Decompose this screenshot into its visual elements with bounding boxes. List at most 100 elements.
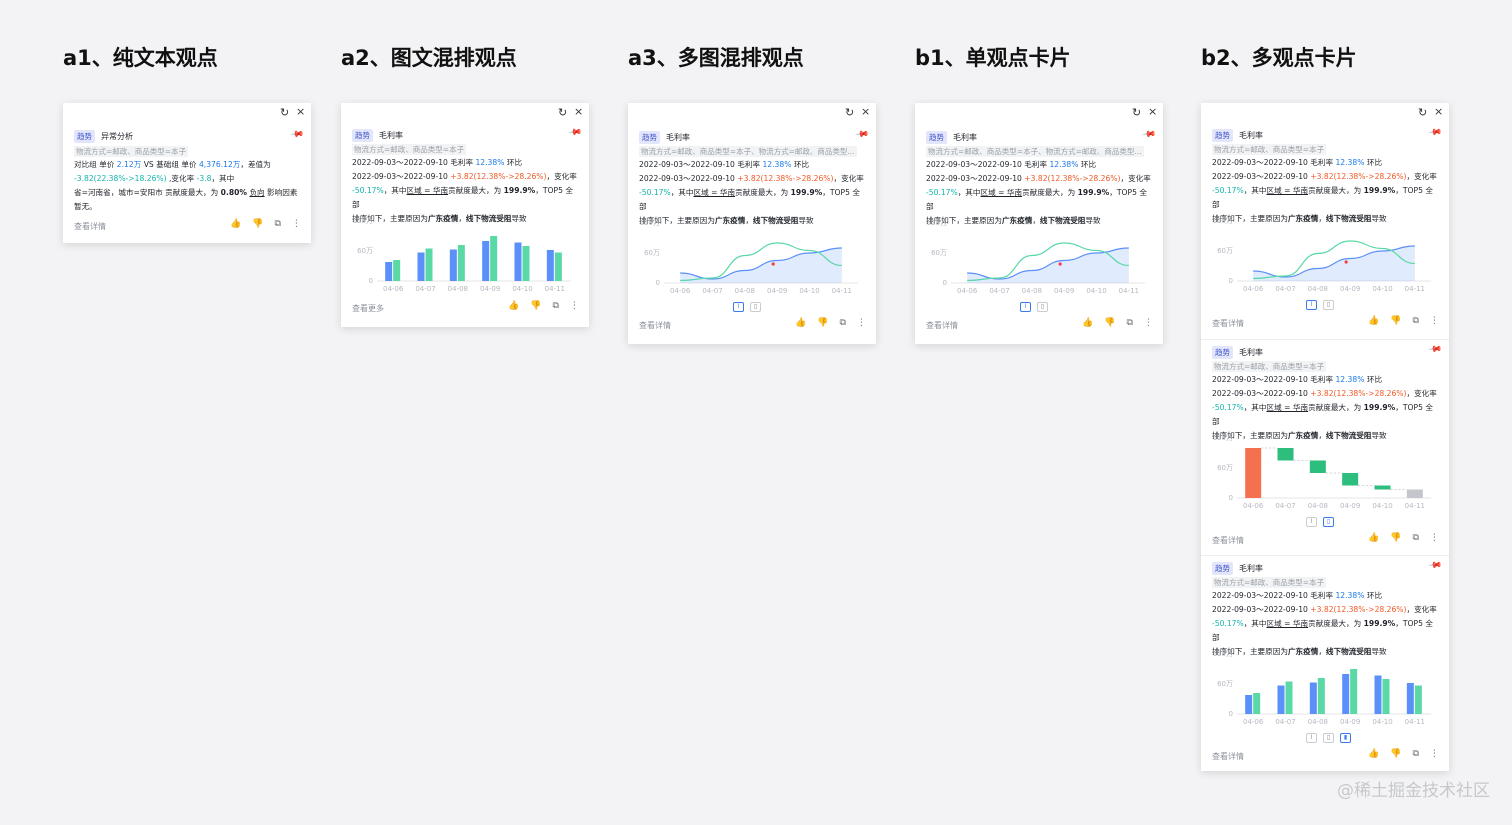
like-icon[interactable]: 👍 (1368, 749, 1379, 759)
bar-chart-icon[interactable]: ▯ (1323, 733, 1334, 743)
view-detail-link[interactable]: 查看详情 (639, 320, 671, 331)
line-chart-icon[interactable]: ⌇ (1306, 517, 1317, 527)
y-tick-label: 120万 (927, 219, 947, 227)
more-icon[interactable]: ⋮ (292, 219, 301, 229)
refresh-icon[interactable]: ↻ (558, 106, 567, 119)
more-icon[interactable]: ⋮ (1430, 316, 1439, 326)
copy-icon[interactable]: ⧉ (274, 219, 280, 229)
column-chart-icon[interactable]: ▮ (1340, 733, 1351, 743)
anomaly-point (1344, 260, 1348, 264)
insight-header: 趋势 毛利率 (1212, 129, 1263, 142)
x-tick-label: 04-08 (1022, 287, 1042, 295)
x-tick-label: 04-11 (1405, 285, 1425, 293)
pin-icon[interactable]: 📌 (1427, 559, 1442, 574)
x-tick-label: 04-07 (1275, 285, 1295, 293)
insight-card-b1: ↻ × 趋势 毛利率 📌 物流方式=邮政、商品类型=本子、物流方式=邮政、商品类型..… (915, 103, 1163, 344)
refresh-icon[interactable]: ↻ (1132, 106, 1141, 119)
dislike-icon[interactable]: 👎 (530, 301, 541, 311)
line-chart-icon[interactable]: ⌇ (1306, 733, 1317, 743)
y-tick-label: 60万 (357, 247, 373, 255)
filter-text: 物流方式=邮政、商品类型=本子 (1212, 144, 1327, 155)
close-icon[interactable]: × (1148, 105, 1157, 118)
bar-chart-icon[interactable]: ▯ (1037, 302, 1048, 312)
like-icon[interactable]: 👍 (1368, 533, 1379, 543)
pin-icon[interactable]: 📌 (1141, 128, 1156, 143)
line-chart-icon[interactable]: ⌇ (1306, 300, 1317, 310)
x-tick-label: 04-09 (480, 285, 500, 293)
filter-text: 物流方式=邮政、商品类型=本子、物流方式=邮政、商品类型... (639, 146, 857, 157)
bar-chart-icon[interactable]: ▯ (750, 302, 761, 312)
like-icon[interactable]: 👍 (1368, 316, 1379, 326)
bar (546, 250, 554, 281)
refresh-icon[interactable]: ↻ (1418, 106, 1427, 119)
bar (1350, 669, 1358, 714)
more-icon[interactable]: ⋮ (1430, 533, 1439, 543)
x-tick-label: 04-09 (767, 287, 787, 295)
view-detail-link[interactable]: 查看详情 (1212, 318, 1244, 329)
more-icon[interactable]: ⋮ (1144, 318, 1153, 328)
waterfall-bar (1309, 460, 1326, 473)
view-detail-link[interactable]: 查看详情 (1212, 535, 1244, 546)
like-icon[interactable]: 👍 (1082, 318, 1093, 328)
x-tick-label: 04-06 (1243, 718, 1264, 726)
like-icon[interactable]: 👍 (795, 318, 806, 328)
trend-tag: 趋势 (1212, 129, 1233, 142)
pin-icon[interactable]: 📌 (1427, 343, 1442, 358)
pin-icon[interactable]: 📌 (567, 126, 582, 141)
insight-card-a1: ↻ × 趋势 异常分析 📌 物流方式=邮政、商品类型=本子 对比组 单价 2.1… (63, 103, 311, 243)
pin-icon[interactable]: 📌 (1427, 126, 1442, 141)
copy-icon[interactable]: ⧉ (839, 318, 845, 328)
close-icon[interactable]: × (296, 105, 305, 118)
y-tick-label: 120万 (1213, 217, 1233, 225)
x-tick-label: 04-10 (1086, 287, 1106, 295)
pin-icon[interactable]: 📌 (854, 128, 869, 143)
dislike-icon[interactable]: 👎 (817, 318, 828, 328)
like-icon[interactable]: 👍 (508, 301, 519, 311)
copy-icon[interactable]: ⧉ (1126, 318, 1132, 328)
bar-chart-icon[interactable]: ▯ (1323, 517, 1334, 527)
line-chart-icon[interactable]: ⌇ (1020, 302, 1031, 312)
view-detail-link[interactable]: 查看更多 (352, 303, 384, 314)
filter-text: 物流方式=邮政、商品类型=本子、物流方式=邮政、商品类型... (926, 146, 1144, 157)
like-icon[interactable]: 👍 (230, 219, 241, 229)
copy-icon[interactable]: ⧉ (1412, 316, 1418, 326)
dislike-icon[interactable]: 👎 (1390, 533, 1401, 543)
y-tick-label: 60万 (1217, 680, 1233, 688)
dislike-icon[interactable]: 👎 (252, 219, 263, 229)
refresh-icon[interactable]: ↻ (280, 106, 289, 119)
view-detail-link[interactable]: 查看详情 (74, 221, 106, 232)
x-tick-label: 04-07 (1275, 718, 1295, 726)
x-tick-label: 04-10 (1372, 285, 1392, 293)
copy-icon[interactable]: ⧉ (552, 301, 558, 311)
close-icon[interactable]: × (861, 105, 870, 118)
refresh-icon[interactable]: ↻ (845, 106, 854, 119)
close-icon[interactable]: × (574, 105, 583, 118)
bar (482, 241, 490, 281)
waterfall-bar (1374, 485, 1391, 490)
view-detail-link[interactable]: 查看详情 (1212, 751, 1244, 762)
insight-text: 对比组 单价 2.12万 VS 基础组 单价 4,376.12万，差值为 -3.… (74, 160, 298, 211)
more-icon[interactable]: ⋮ (1430, 749, 1439, 759)
insight-body: 趋势 毛利率 📌 物流方式=邮政、商品类型=本子、物流方式=邮政、商品类型... 202… (915, 125, 1163, 340)
waterfall-bar (1342, 473, 1359, 486)
line-chart-icon[interactable]: ⌇ (733, 302, 744, 312)
x-tick-label: 04-07 (1275, 502, 1295, 510)
dislike-icon[interactable]: 👎 (1104, 318, 1115, 328)
pin-icon[interactable]: 📌 (289, 128, 304, 143)
dislike-icon[interactable]: 👎 (1390, 316, 1401, 326)
copy-icon[interactable]: ⧉ (1412, 533, 1418, 543)
metric-name: 异常分析 (101, 132, 133, 141)
copy-icon[interactable]: ⧉ (1412, 749, 1418, 759)
bar (1374, 675, 1382, 714)
more-icon[interactable]: ⋮ (570, 301, 579, 311)
view-detail-link[interactable]: 查看详情 (926, 320, 958, 331)
dislike-icon[interactable]: 👎 (1390, 749, 1401, 759)
bar (1317, 678, 1325, 714)
close-icon[interactable]: × (1434, 105, 1443, 118)
more-icon[interactable]: ⋮ (857, 318, 866, 328)
insight-header: 趋势 毛利率 (1212, 346, 1263, 359)
bar (1406, 683, 1414, 714)
bar-chart-icon[interactable]: ▯ (1323, 300, 1334, 310)
insight-body: 趋势 毛利率 📌 物流方式=邮政、商品类型=本子 2022-09-03～2022-09-… (1201, 123, 1449, 335)
y-tick-label: 0 (943, 279, 947, 287)
